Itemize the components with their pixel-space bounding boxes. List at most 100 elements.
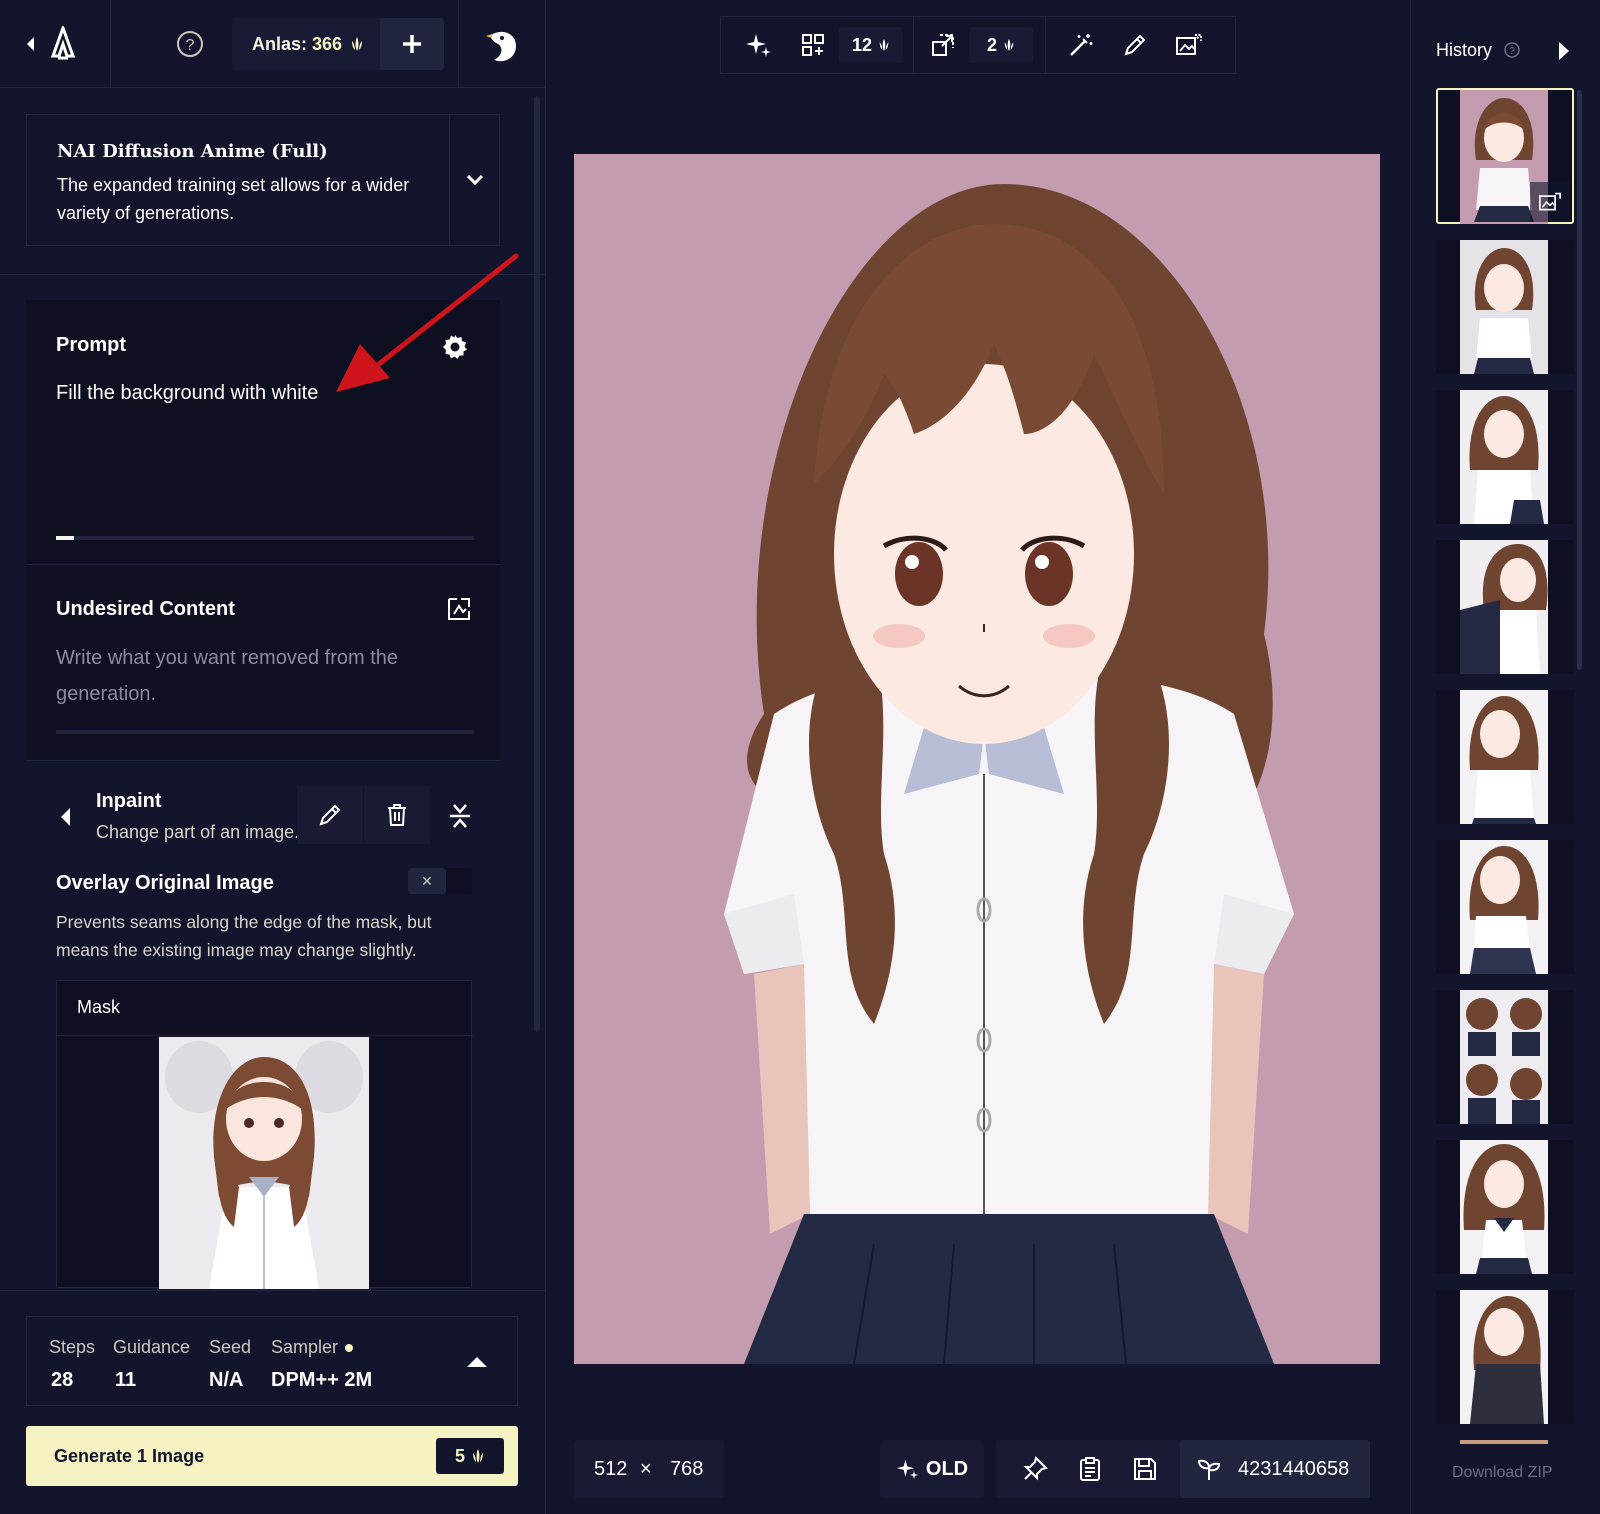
divider	[449, 115, 450, 245]
inpaint-description: Change part of an image.	[96, 822, 300, 842]
image-height: 768	[670, 1458, 704, 1480]
history-thumbnail[interactable]	[1436, 990, 1574, 1124]
thumbnail-image	[1460, 840, 1548, 974]
prompt-token-bar	[56, 536, 474, 540]
nai-logo-icon[interactable]	[48, 26, 78, 60]
inpaint-icon	[1530, 182, 1570, 222]
add-anlas-button[interactable]	[380, 18, 444, 70]
history-thumbnail[interactable]	[1436, 840, 1574, 974]
annotation-arrow	[330, 252, 520, 402]
seed-value: N/A	[209, 1369, 244, 1391]
model-description: The expanded training set allows for a w…	[57, 175, 410, 223]
history-thumbnail[interactable]	[1436, 1140, 1574, 1274]
divider	[1045, 17, 1046, 73]
anlas-icon	[350, 36, 364, 52]
seed-icon	[1196, 1456, 1222, 1482]
images-count[interactable]: 12	[839, 27, 903, 63]
divider	[57, 1035, 473, 1036]
anlas-icon	[1004, 39, 1014, 51]
plus-icon	[403, 35, 421, 53]
history-thumbnail[interactable]	[1436, 690, 1574, 824]
anlas-display: Anlas: 366	[232, 18, 444, 70]
dimension-separator: ×	[640, 1458, 652, 1480]
sparkle-icon[interactable]	[739, 25, 779, 65]
inpaint-icon[interactable]	[1169, 25, 1209, 65]
history-thumbnail[interactable]	[1436, 88, 1574, 224]
chevron-up-icon[interactable]	[465, 1353, 489, 1369]
history-thumbnail[interactable]	[1436, 240, 1574, 374]
grid-icon[interactable]	[793, 25, 833, 65]
divider	[26, 564, 500, 565]
history-thumbnail-partial[interactable]	[1460, 1440, 1548, 1444]
thumbnail-image	[1460, 540, 1548, 674]
anlas-label: Anlas:	[252, 34, 308, 54]
thumbnail-image	[1460, 1140, 1548, 1274]
anlas-icon	[473, 1449, 483, 1463]
sampler-value: DPM++ 2M	[271, 1369, 373, 1391]
sparkle-icon	[896, 1459, 919, 1480]
old-version-button[interactable]: OLD	[880, 1440, 984, 1498]
history-thumbnail[interactable]	[1436, 1290, 1574, 1424]
generate-cost-value: 5	[454, 1445, 465, 1466]
help-icon[interactable]: ?	[176, 30, 204, 58]
thumbnail-image	[1460, 390, 1548, 524]
svg-text:?: ?	[1509, 46, 1515, 57]
download-zip-button[interactable]: Download ZIP	[1452, 1464, 1553, 1482]
generate-cost: 5	[436, 1438, 504, 1474]
prompt-token-fill	[56, 536, 74, 540]
history-title: History	[1436, 40, 1493, 60]
undesired-content-title: Undesired Content	[56, 598, 235, 620]
divider	[458, 0, 459, 88]
mask-panel: Mask	[56, 980, 473, 1289]
seed-number: 4231440658	[1238, 1458, 1350, 1480]
undesired-token-bar	[56, 730, 474, 734]
mask-label: Mask	[77, 997, 121, 1017]
svg-text:?: ?	[186, 37, 195, 54]
steps-value: 28	[51, 1369, 74, 1391]
save-icon[interactable]	[1132, 1456, 1158, 1482]
divider	[26, 760, 500, 761]
image-dimensions[interactable]: 512 × 768	[574, 1440, 724, 1498]
trash-icon[interactable]	[385, 802, 409, 828]
mask-image[interactable]	[159, 1037, 369, 1289]
pen-icon[interactable]	[1115, 25, 1155, 65]
pen-icon[interactable]	[317, 802, 343, 828]
generate-button[interactable]: Generate 1 Image 5	[26, 1426, 518, 1486]
model-selector[interactable]: NAI Diffusion Anime (Full) The expanded …	[26, 114, 500, 246]
back-chevron-icon[interactable]	[24, 34, 38, 54]
generate-label: Generate 1 Image	[54, 1446, 205, 1466]
divider	[110, 0, 111, 88]
collapse-icon[interactable]	[448, 802, 472, 830]
generated-image[interactable]	[574, 154, 1380, 1364]
seed-label: Seed	[209, 1337, 252, 1357]
play-icon[interactable]	[1556, 40, 1572, 62]
thumbnail-image	[1460, 240, 1548, 374]
anlas-icon	[879, 39, 889, 51]
overlay-toggle[interactable]: ✕	[408, 868, 472, 894]
magic-wand-icon[interactable]	[1061, 25, 1101, 65]
prompt-input[interactable]: Fill the background with white	[56, 382, 318, 405]
undesired-content-input[interactable]: Write what you want removed from the gen…	[56, 640, 456, 712]
inpaint-tools	[297, 786, 430, 844]
sampler-dot	[345, 1344, 353, 1352]
help-icon[interactable]: ?	[1504, 42, 1520, 58]
upscale-icon[interactable]	[923, 25, 963, 65]
history-thumbnail[interactable]	[1436, 390, 1574, 524]
generation-params[interactable]: Steps 28 Guidance 11 Seed N/A Sampler DP…	[26, 1316, 518, 1406]
history-scrollbar[interactable]	[1577, 90, 1582, 670]
clipboard-icon[interactable]	[1078, 1456, 1102, 1482]
upscale-count[interactable]: 2	[969, 27, 1033, 63]
enhance-icon[interactable]	[446, 596, 472, 622]
pin-icon[interactable]	[1022, 1456, 1048, 1482]
left-scrollbar[interactable]	[534, 96, 540, 1032]
images-count-value: 12	[851, 34, 873, 55]
seed-display[interactable]: 4231440658	[1180, 1440, 1370, 1498]
divider	[0, 1290, 546, 1291]
history-thumbnail[interactable]	[1436, 540, 1574, 674]
inpaint-back-icon[interactable]	[58, 806, 74, 828]
chevron-down-icon[interactable]	[465, 173, 485, 187]
overlay-title: Overlay Original Image	[56, 872, 274, 894]
guidance-label: Guidance	[113, 1337, 191, 1357]
penguin-avatar-icon[interactable]	[480, 24, 524, 66]
thumbnail-image	[1460, 690, 1548, 824]
